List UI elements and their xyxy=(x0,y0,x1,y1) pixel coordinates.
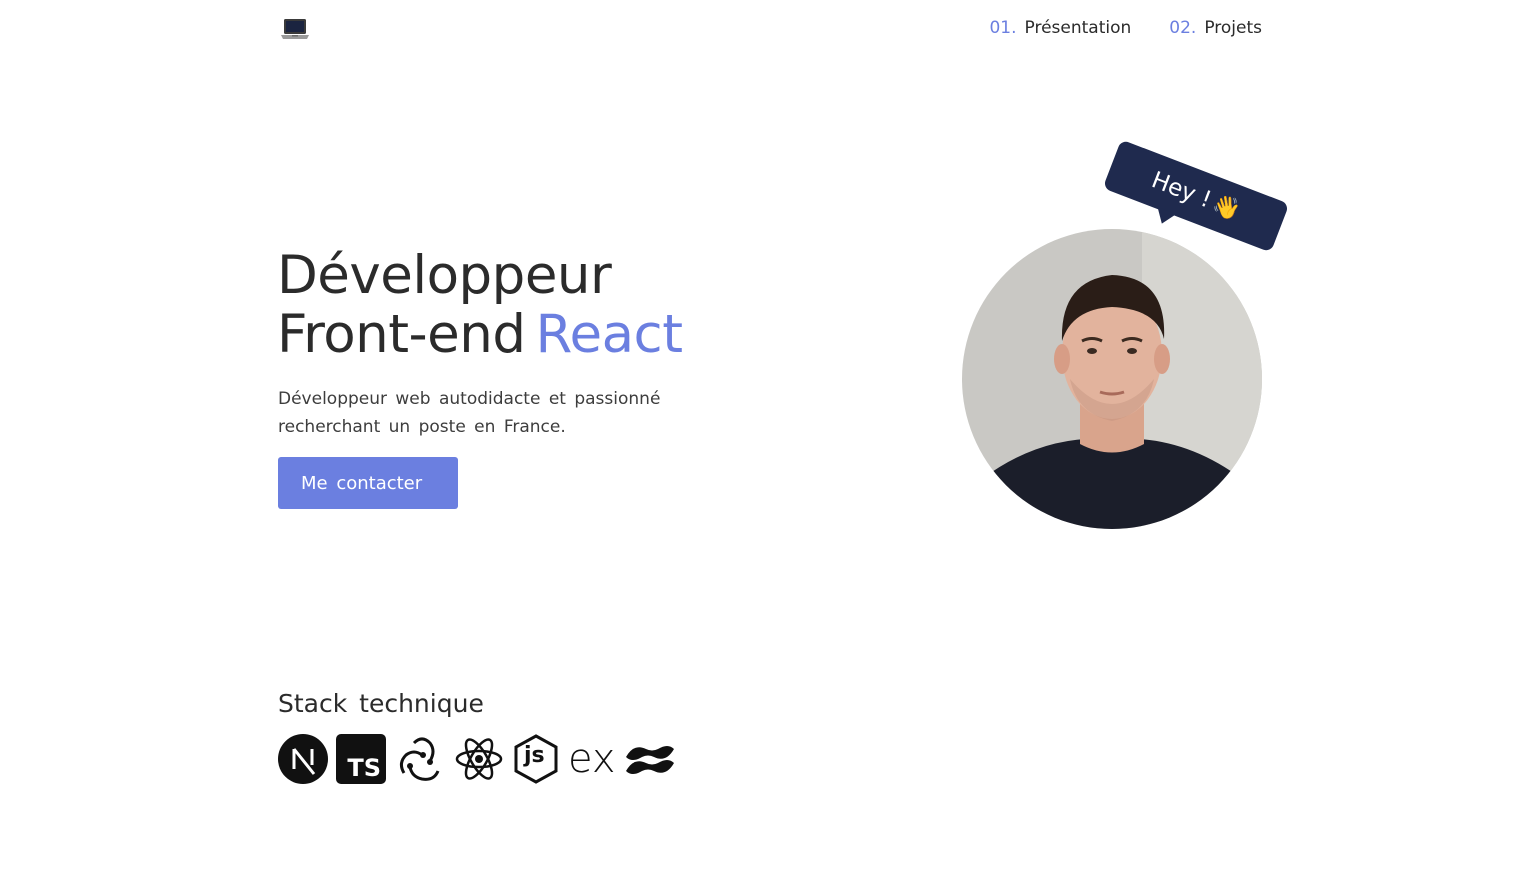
hero-title-accent: React xyxy=(535,304,683,365)
nav-item-presentation[interactable]: 01. Présentation xyxy=(989,18,1131,38)
nav-item-label: Projets xyxy=(1204,18,1262,38)
nav-item-projets[interactable]: 02. Projets xyxy=(1169,18,1262,38)
nextjs-icon xyxy=(278,734,328,784)
laptop-icon[interactable] xyxy=(280,17,310,41)
nav-item-number: 02. xyxy=(1169,18,1197,38)
typescript-icon: TS xyxy=(336,734,386,784)
contact-button[interactable]: Me contacter xyxy=(278,457,458,509)
hero-description: Développeur web autodidacte et passionné… xyxy=(278,389,661,437)
tech-stack: TS js ex xyxy=(278,733,676,785)
main-nav: 01. Présentation 02. Projets xyxy=(989,18,1262,38)
nav-item-number: 01. xyxy=(989,18,1017,38)
waving-hand-icon: 👋 xyxy=(1209,191,1244,225)
express-icon: ex xyxy=(568,736,616,782)
react-icon xyxy=(454,734,504,784)
hero-title-line2: Front-end xyxy=(277,304,526,365)
hero-title: Développeur Front-end React xyxy=(277,245,683,365)
nav-item-label: Présentation xyxy=(1024,18,1132,38)
nodejs-icon: js xyxy=(512,733,560,785)
stack-title: Stack technique xyxy=(278,689,484,718)
typescript-label: TS xyxy=(347,754,381,782)
tailwind-icon xyxy=(624,739,676,779)
avatar xyxy=(962,229,1262,529)
redux-icon xyxy=(394,733,446,785)
greeting-text: Hey ! xyxy=(1147,167,1215,214)
hero-title-line1: Développeur xyxy=(277,245,612,306)
nodejs-label: js xyxy=(524,743,545,768)
